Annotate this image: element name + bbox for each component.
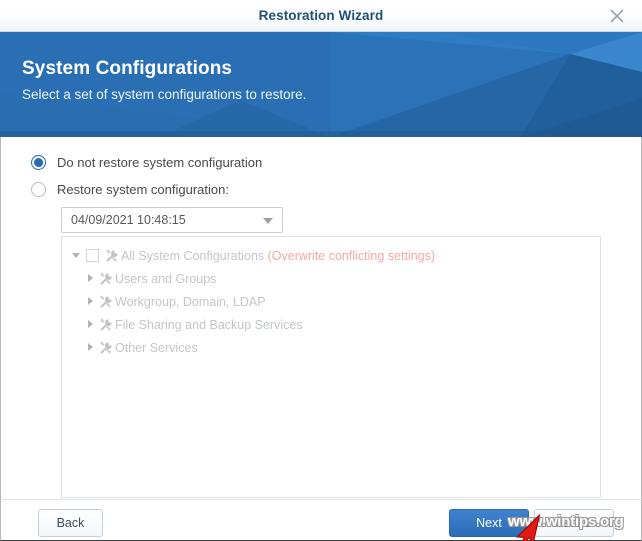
tree-label-all-system-configurations: All System Configurations (Overwrite con… xyxy=(121,249,435,263)
radio-indicator-selected[interactable] xyxy=(31,155,46,170)
restoration-wizard-dialog: Restoration Wizard System Configurations… xyxy=(0,0,642,541)
next-button[interactable]: Next xyxy=(449,509,529,537)
radio-option-do-not-restore[interactable]: Do not restore system configuration xyxy=(31,155,262,170)
tree-label-other-services: Other Services xyxy=(115,340,198,355)
close-icon xyxy=(610,9,624,23)
expand-collapse-icon[interactable] xyxy=(84,318,98,332)
back-button[interactable]: Back xyxy=(38,509,103,537)
tree-row-users-and-groups[interactable]: Users and Groups xyxy=(62,267,600,290)
tree-row-workgroup-domain-ldap[interactable]: Workgroup, Domain, LDAP xyxy=(62,290,600,313)
tools-icon xyxy=(104,248,120,264)
close-button[interactable] xyxy=(600,0,634,31)
radio-label-do-not-restore: Do not restore system configuration xyxy=(57,155,263,170)
tree-row-other-services[interactable]: Other Services xyxy=(62,336,600,359)
tree-row-all-system-configurations[interactable]: All System Configurations (Overwrite con… xyxy=(62,244,600,267)
tree-row-file-sharing-and-backup-services[interactable]: File Sharing and Backup Services xyxy=(62,313,600,336)
window-title: Restoration Wizard xyxy=(258,8,384,23)
cancel-button[interactable]: Cancel xyxy=(534,509,614,537)
tools-icon xyxy=(98,271,114,287)
overwrite-warning-text: (Overwrite conflicting settings) xyxy=(267,248,436,263)
page-subtitle: Select a set of system configurations to… xyxy=(22,87,307,102)
radio-label-restore: Restore system configuration: xyxy=(57,182,229,197)
expand-collapse-icon[interactable] xyxy=(84,341,98,355)
tree-label-file-sharing-and-backup-services: File Sharing and Backup Services xyxy=(115,317,303,332)
checkbox-all-system-configurations[interactable] xyxy=(86,249,99,262)
tree-label-users-and-groups: Users and Groups xyxy=(115,271,217,286)
tree-label-text: All System Configurations xyxy=(121,248,265,263)
tools-icon xyxy=(98,294,114,310)
chevron-down-icon xyxy=(263,218,273,224)
expand-collapse-icon[interactable] xyxy=(70,249,84,263)
tools-icon xyxy=(98,340,114,356)
expand-collapse-icon[interactable] xyxy=(84,272,98,286)
tree-label-workgroup-domain-ldap: Workgroup, Domain, LDAP xyxy=(115,294,266,309)
page-title: System Configurations xyxy=(22,58,233,79)
dialog-body: Do not restore system configuration Rest… xyxy=(0,137,642,499)
expand-collapse-icon[interactable] xyxy=(84,295,98,309)
banner-polygon-pattern xyxy=(0,32,642,137)
system-configurations-tree[interactable]: All System Configurations (Overwrite con… xyxy=(61,236,601,498)
wizard-banner: System Configurations Select a set of sy… xyxy=(0,32,642,137)
restore-point-select[interactable]: 04/09/2021 10:48:15 xyxy=(61,207,283,233)
radio-option-restore[interactable]: Restore system configuration: xyxy=(31,182,229,197)
restore-point-value: 04/09/2021 10:48:15 xyxy=(71,213,186,227)
tools-icon xyxy=(98,317,114,333)
title-bar: Restoration Wizard xyxy=(0,0,642,32)
radio-indicator-unselected[interactable] xyxy=(31,182,46,197)
dialog-footer: Back Next Cancel xyxy=(0,499,642,541)
